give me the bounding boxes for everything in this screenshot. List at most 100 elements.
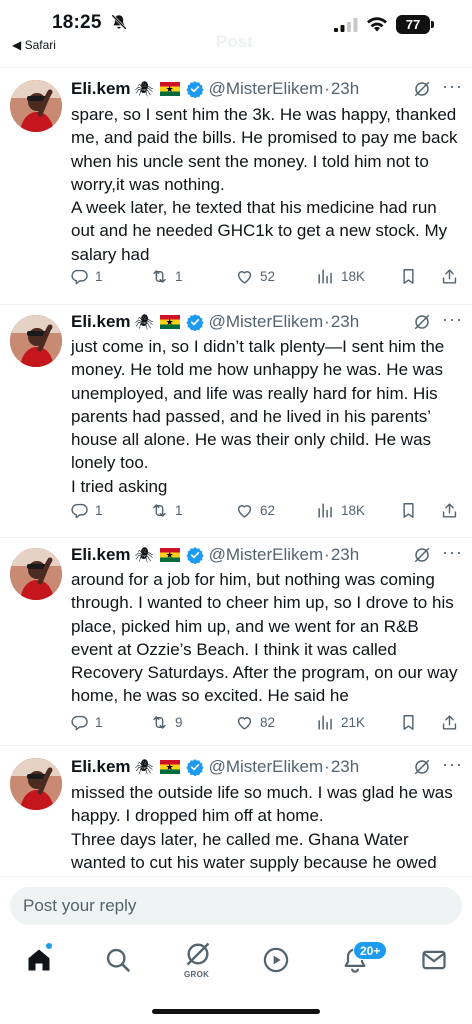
views-icon (318, 502, 332, 518)
tab-messages[interactable] (420, 946, 450, 976)
tab-home[interactable] (25, 946, 55, 976)
tweet[interactable]: Eli.kem 🕷 @MisterElikem · 23h ··· just c… (0, 305, 472, 537)
views-button[interactable]: 21K (316, 710, 365, 734)
heart-icon (237, 716, 252, 730)
author-handle[interactable]: @MisterElikem (209, 545, 324, 565)
verified-badge-icon (185, 759, 204, 776)
tweet[interactable]: Eli.kem 🕷 @MisterElikem · 23h ··· spare,… (0, 68, 472, 304)
reply-button[interactable]: 1 (70, 498, 103, 522)
like-button[interactable]: 82 (235, 710, 275, 734)
reply-count: 1 (95, 502, 103, 518)
tweet-header: Eli.kem 🕷 @MisterElikem · 23h (71, 78, 359, 100)
avatar[interactable] (10, 315, 62, 367)
tweet-paragraph: missed the outside life so much. I was g… (71, 783, 453, 826)
share-button[interactable] (440, 498, 459, 522)
tweet-paragraph: A week later, he texted that his medicin… (71, 198, 448, 264)
heart-icon (237, 270, 252, 284)
tweet-time[interactable]: 23h (331, 79, 359, 99)
status-bar: 18:25 ◀ Safari Post 77 (0, 0, 472, 58)
spider-emoji: 🕷 (134, 759, 154, 776)
tweet-header: Eli.kem 🕷 @MisterElikem · 23h (71, 544, 359, 566)
tab-video[interactable] (262, 946, 292, 976)
grok-icon (186, 942, 210, 966)
header-title: Post (216, 32, 253, 51)
bookmark-button[interactable] (399, 710, 418, 734)
spider-emoji: 🕷 (134, 547, 154, 564)
like-button[interactable]: 52 (235, 264, 275, 288)
share-icon (442, 502, 457, 518)
grok-icon[interactable] (413, 758, 431, 776)
bookmark-button[interactable] (399, 498, 418, 522)
reply-icon (71, 715, 88, 730)
tweet-time[interactable]: 23h (331, 757, 359, 777)
tweet-time[interactable]: 23h (331, 545, 359, 565)
avatar[interactable] (10, 548, 62, 600)
more-icon[interactable]: ··· (442, 309, 463, 330)
author-handle[interactable]: @MisterElikem (209, 757, 324, 777)
tweet-paragraph: I tried asking (71, 476, 168, 496)
bookmark-button[interactable] (399, 264, 418, 288)
views-button[interactable]: 18K (316, 498, 365, 522)
cellular-signal-icon (334, 18, 358, 32)
like-count: 62 (260, 502, 276, 518)
reply-input[interactable]: Post your reply (10, 887, 462, 925)
back-to-safari-link[interactable]: ◀ Safari (12, 38, 56, 52)
tweet-text: spare, so I sent him the 3k. He was happ… (71, 103, 463, 266)
avatar[interactable] (10, 80, 62, 132)
reply-count: 1 (95, 714, 103, 730)
tweet-time[interactable]: 23h (331, 312, 359, 332)
tweet-paragraph: just come in, so I didn’t talk plenty—I … (71, 337, 445, 473)
reply-button[interactable]: 1 (70, 710, 103, 734)
share-button[interactable] (440, 710, 459, 734)
like-button[interactable]: 62 (235, 498, 275, 522)
grok-icon[interactable] (413, 546, 431, 564)
tweet-actions: 1 1 62 18K (70, 498, 462, 522)
repost-button[interactable]: 1 (150, 498, 183, 522)
tweet-actions: 1 1 52 18K (70, 264, 462, 288)
views-button[interactable]: 18K (316, 264, 365, 288)
author-name[interactable]: Eli.kem (71, 757, 131, 777)
reply-icon (71, 269, 88, 284)
author-handle[interactable]: @MisterElikem (209, 312, 324, 332)
tweet-paragraph: around for a job for him, but nothing wa… (71, 570, 458, 706)
more-icon[interactable]: ··· (442, 542, 463, 563)
ghana-flag-emoji (159, 315, 180, 329)
separator-dot: · (324, 79, 330, 98)
share-button[interactable] (440, 264, 459, 288)
avatar[interactable] (10, 758, 62, 810)
tweet[interactable]: Eli.kem 🕷 @MisterElikem · 23h ··· missed… (0, 746, 472, 876)
share-icon (442, 268, 457, 284)
tab-search[interactable] (104, 946, 134, 976)
reply-button[interactable]: 1 (70, 264, 103, 288)
battery-indicator: 77 (396, 15, 430, 34)
author-name[interactable]: Eli.kem (71, 312, 131, 332)
tab-grok[interactable] (184, 940, 214, 970)
home-icon (28, 949, 50, 971)
grok-icon[interactable] (413, 313, 431, 331)
repost-button[interactable]: 9 (150, 710, 183, 734)
tweet-paragraph: Three days later, he called me. Ghana Wa… (71, 829, 437, 872)
tweet[interactable]: Eli.kem 🕷 @MisterElikem · 23h ··· around… (0, 538, 472, 745)
views-count: 18K (341, 502, 366, 518)
verified-badge-icon (185, 547, 204, 564)
ghana-flag-emoji (159, 760, 180, 774)
more-icon[interactable]: ··· (442, 76, 463, 97)
tweet-header: Eli.kem 🕷 @MisterElikem · 23h (71, 756, 359, 778)
repost-count: 9 (175, 714, 183, 730)
repost-button[interactable]: 1 (150, 264, 183, 288)
home-unread-dot (45, 942, 53, 950)
bell-muted-icon (111, 14, 127, 30)
reply-composer: Post your reply (0, 876, 472, 934)
views-icon (318, 268, 332, 284)
reply-icon (71, 503, 88, 518)
bookmark-icon (403, 502, 414, 518)
tweet-text: missed the outside life so much. I was g… (71, 781, 463, 876)
tweet-paragraph: spare, so I sent him the 3k. He was happ… (71, 105, 458, 194)
author-name[interactable]: Eli.kem (71, 545, 131, 565)
grok-icon[interactable] (413, 80, 431, 98)
author-name[interactable]: Eli.kem (71, 79, 131, 99)
more-icon[interactable]: ··· (442, 754, 463, 775)
author-handle[interactable]: @MisterElikem (209, 79, 324, 99)
grok-tab-label: GROK (184, 970, 210, 979)
status-time: 18:25 (52, 12, 102, 33)
